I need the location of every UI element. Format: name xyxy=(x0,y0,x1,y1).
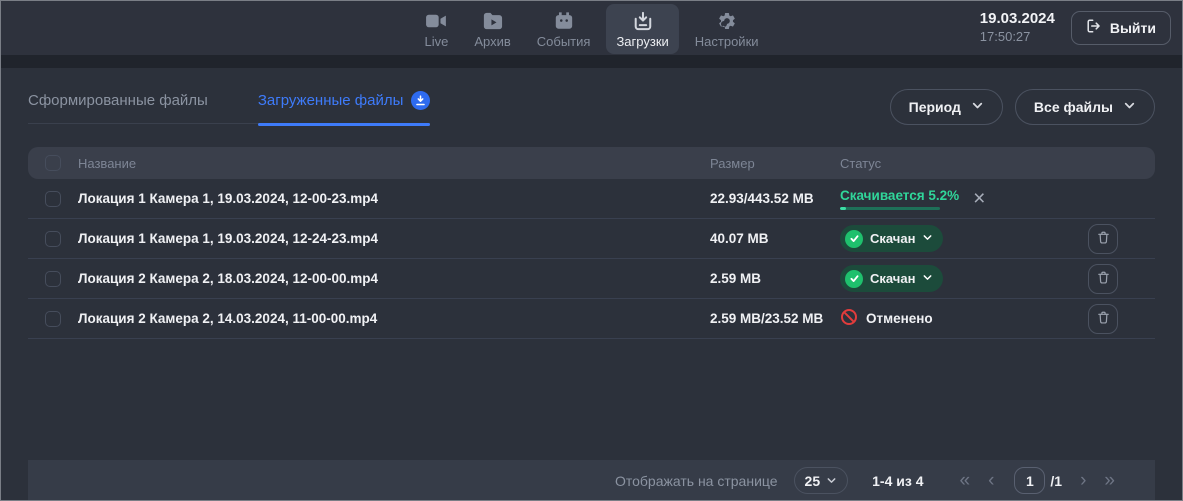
trash-icon xyxy=(1096,310,1111,328)
cancelled-icon xyxy=(840,308,858,329)
file-name: Локация 1 Камера 1, 19.03.2024, 12-00-23… xyxy=(78,191,710,206)
status-downloading-label: Скачивается 5.2% xyxy=(840,188,959,203)
filters: Период Все файлы xyxy=(890,89,1155,125)
datetime-display: 19.03.2024 17:50:27 xyxy=(980,10,1055,45)
row-checkbox[interactable] xyxy=(45,271,61,287)
delete-button[interactable] xyxy=(1088,304,1118,334)
row-checkbox[interactable] xyxy=(45,231,61,247)
file-name: Локация 1 Камера 1, 19.03.2024, 12-24-23… xyxy=(78,231,710,246)
per-page-value: 25 xyxy=(805,473,821,489)
topbar-right: 19.03.2024 17:50:27 Выйти xyxy=(980,0,1171,55)
progress-bar xyxy=(840,207,940,210)
next-page-button[interactable]: › xyxy=(1080,471,1086,490)
tab-label: Сформированные файлы xyxy=(28,92,208,109)
trash-icon xyxy=(1096,270,1111,288)
first-page-button[interactable]: « xyxy=(960,471,971,490)
per-page-select[interactable]: 25 xyxy=(794,467,849,494)
status-done-label: Скачан xyxy=(870,231,915,246)
current-date: 19.03.2024 xyxy=(980,10,1055,29)
delete-button[interactable] xyxy=(1088,264,1118,294)
last-page-button[interactable]: » xyxy=(1104,471,1115,490)
column-header-name: Название xyxy=(78,156,710,171)
select-all-checkbox[interactable] xyxy=(45,155,61,171)
logout-button[interactable]: Выйти xyxy=(1071,11,1171,45)
status-cancelled: Отменено xyxy=(840,308,933,329)
per-page-label: Отображать на странице xyxy=(615,473,778,489)
file-type-filter-button[interactable]: Все файлы xyxy=(1015,89,1155,125)
video-camera-icon xyxy=(425,10,447,32)
chevron-down-icon xyxy=(971,99,984,115)
row-checkbox[interactable] xyxy=(45,311,61,327)
progress-bar-fill xyxy=(840,207,846,210)
file-type-filter-label: Все файлы xyxy=(1034,99,1113,115)
download-badge-icon xyxy=(411,91,430,110)
column-header-status: Статус xyxy=(840,156,1080,171)
nav-item-downloads[interactable]: Загрузки xyxy=(606,4,678,54)
nav-label: Live xyxy=(424,34,448,49)
toolbar-row: Сформированные файлы Загруженные файлы П… xyxy=(28,89,1155,125)
prev-page-button[interactable]: ‹ xyxy=(988,471,994,490)
chevron-down-icon xyxy=(922,231,933,246)
nav-item-settings[interactable]: Настройки xyxy=(685,4,769,54)
chevron-down-icon xyxy=(1123,99,1136,115)
nav-label: Загрузки xyxy=(616,34,668,49)
gear-icon xyxy=(717,10,737,32)
file-size: 2.59 MB/23.52 MB xyxy=(710,311,840,326)
top-bar: Live Архив События Загрузки Настройки xyxy=(0,0,1183,55)
table-row: Локация 1 Камера 1, 19.03.2024, 12-24-23… xyxy=(28,219,1155,259)
table-row: Локация 1 Камера 1, 19.03.2024, 12-00-23… xyxy=(28,179,1155,219)
tab-label: Загруженные файлы xyxy=(258,92,404,109)
file-name: Локация 2 Камера 2, 14.03.2024, 11-00-00… xyxy=(78,311,710,326)
logout-icon xyxy=(1086,18,1102,37)
nav-label: События xyxy=(537,34,591,49)
status-cancelled-label: Отменено xyxy=(866,311,933,326)
chevron-down-icon xyxy=(922,271,933,286)
table-row: Локация 2 Камера 2, 14.03.2024, 11-00-00… xyxy=(28,299,1155,339)
tabs: Сформированные файлы Загруженные файлы xyxy=(28,91,430,124)
events-icon xyxy=(553,10,575,32)
check-icon xyxy=(845,230,863,248)
file-size: 22.93/443.52 MB xyxy=(710,191,840,206)
folder-archive-icon xyxy=(482,10,504,32)
main-navigation: Live Архив События Загрузки Настройки xyxy=(414,4,768,54)
download-tray-icon xyxy=(633,10,653,32)
status-badge-downloaded[interactable]: Скачан xyxy=(840,265,943,292)
downloads-page: Сформированные файлы Загруженные файлы П… xyxy=(0,89,1183,339)
downloads-table: Название Размер Статус Локация 1 Камера … xyxy=(28,147,1155,339)
download-progress: Скачивается 5.2% xyxy=(840,188,959,210)
status-badge-downloaded[interactable]: Скачан xyxy=(840,225,943,252)
nav-label: Архив xyxy=(474,34,510,49)
check-icon xyxy=(845,270,863,288)
table-row: Локация 2 Камера 2, 18.03.2024, 12-00-00… xyxy=(28,259,1155,299)
nav-label: Настройки xyxy=(695,34,759,49)
tab-generated-files[interactable]: Сформированные файлы xyxy=(28,91,208,110)
pagination-bar: Отображать на странице 25 1-4 из 4 « ‹ 1… xyxy=(28,460,1155,501)
tab-downloaded-files[interactable]: Загруженные файлы xyxy=(258,91,431,110)
row-checkbox[interactable] xyxy=(45,191,61,207)
column-header-size: Размер xyxy=(710,156,840,171)
current-time: 17:50:27 xyxy=(980,29,1055,45)
nav-item-events[interactable]: События xyxy=(527,4,601,54)
header-separator xyxy=(0,55,1183,68)
nav-item-live[interactable]: Live xyxy=(414,4,458,54)
range-label: 1-4 из 4 xyxy=(872,473,923,489)
file-name: Локация 2 Камера 2, 18.03.2024, 12-00-00… xyxy=(78,271,710,286)
table-header-row: Название Размер Статус xyxy=(28,147,1155,179)
cancel-download-icon[interactable]: × xyxy=(973,188,985,209)
current-page-input[interactable]: 1 xyxy=(1014,467,1045,494)
nav-item-archive[interactable]: Архив xyxy=(464,4,520,54)
status-done-label: Скачан xyxy=(870,271,915,286)
period-filter-label: Период xyxy=(909,99,961,115)
file-size: 2.59 MB xyxy=(710,271,840,286)
trash-icon xyxy=(1096,230,1111,248)
chevron-down-icon xyxy=(826,473,837,489)
period-filter-button[interactable]: Период xyxy=(890,89,1003,125)
delete-button[interactable] xyxy=(1088,224,1118,254)
logout-label: Выйти xyxy=(1110,20,1156,36)
total-pages-label: /1 xyxy=(1050,473,1062,489)
file-size: 40.07 MB xyxy=(710,231,840,246)
